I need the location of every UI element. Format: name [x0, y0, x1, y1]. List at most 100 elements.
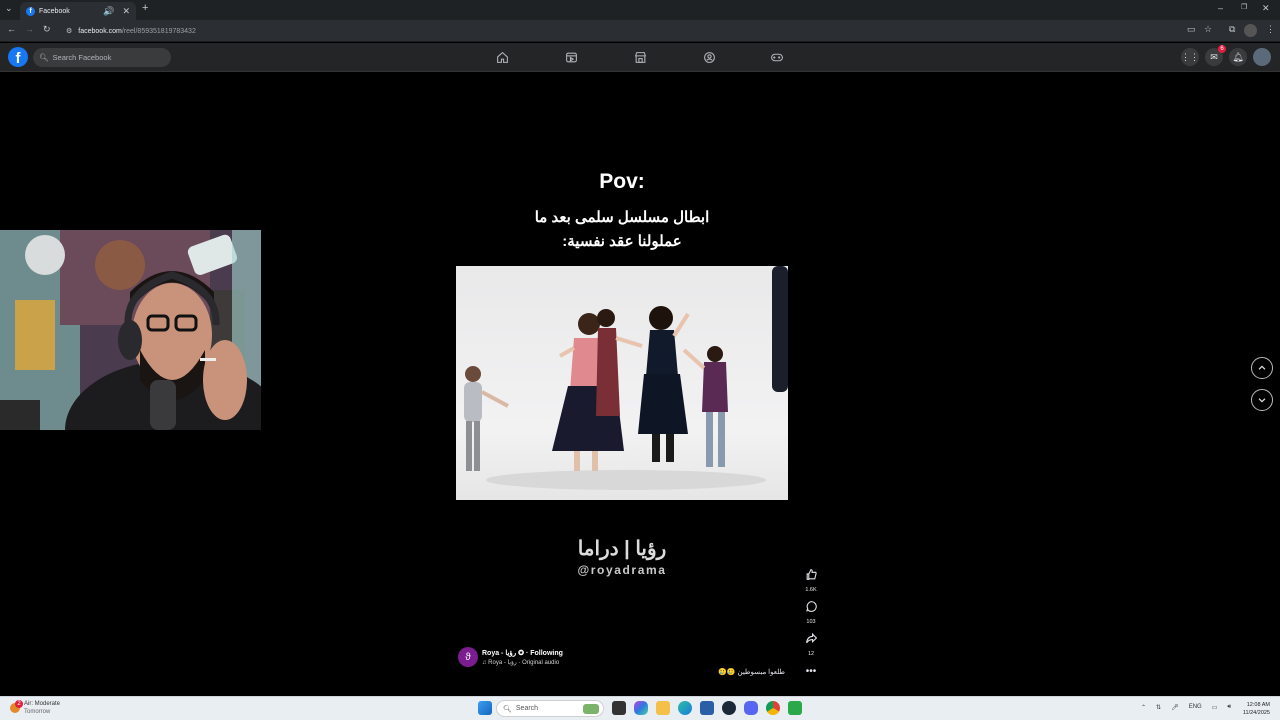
edge-icon[interactable] [678, 701, 692, 715]
reel-author[interactable]: ϑ Roya - رؤيا ✪ · Following ♫ Roya - رؤي… [458, 646, 563, 668]
clock-time: 12:08 AM [1246, 702, 1270, 708]
weather-widget[interactable]: 2 Air: Moderate Tomorrow [10, 700, 60, 716]
comment-count: 103 [806, 619, 816, 625]
comment-icon [805, 601, 817, 612]
gaming-icon[interactable] [769, 50, 785, 64]
reel-video[interactable] [456, 266, 788, 500]
share-count: 12 [807, 651, 815, 657]
chevron-down-icon [1258, 398, 1266, 403]
marketplace-icon[interactable] [632, 50, 648, 64]
like-button[interactable]: 1.6K [801, 568, 821, 593]
discord-icon[interactable] [744, 701, 758, 715]
brand-watermark: رؤيا | دراما @royadrama [560, 536, 684, 577]
comment-button[interactable]: 103 [801, 600, 821, 625]
like-count: 1.6K [805, 587, 817, 593]
language-indicator[interactable]: ENG [1189, 704, 1202, 711]
taskbar-search[interactable]: 🔍︎ Search [496, 700, 604, 717]
groups-icon[interactable] [701, 50, 717, 64]
close-tab-icon[interactable]: ✕ [122, 6, 130, 16]
clock[interactable]: 12:08 AM 11/24/2025 [1243, 701, 1270, 717]
video-icon[interactable] [563, 50, 579, 64]
share-button[interactable]: 12 [801, 632, 821, 657]
speaker-icon[interactable]: 🔊 [103, 6, 114, 16]
menu-icon[interactable]: ⋮ [1266, 25, 1275, 34]
start-menu-icon[interactable] [478, 701, 492, 715]
volume-icon[interactable]: 🔊︎ [1227, 704, 1231, 711]
chevron-up-icon [1258, 365, 1266, 370]
taskbar-search-label: Search [515, 705, 539, 712]
search-input[interactable]: 🔍︎ Search Facebook [33, 48, 171, 67]
share-icon [805, 632, 817, 644]
cast-icon[interactable]: ▭ [1187, 25, 1196, 34]
audio-label[interactable]: Roya - رؤيا · Original audio [488, 660, 559, 666]
facebook-favicon-icon: f [26, 6, 35, 16]
brand-arabic: رؤيا | دراما [577, 538, 667, 560]
display-icon[interactable]: ▭ [1212, 704, 1218, 711]
clock-date: 11/24/2025 [1242, 710, 1270, 716]
site-info-icon[interactable]: ⚙ [66, 28, 72, 35]
profile-icon[interactable] [1244, 24, 1257, 37]
microphone-icon[interactable]: 🎤︎ [1171, 704, 1179, 711]
tab-title: Facebook [39, 7, 70, 15]
reel-subtitle: ابطال مسلسل سلمى بعد ما عملولنا عقد نفسي… [456, 206, 788, 254]
search-icon: 🔍︎ [39, 53, 49, 62]
windows-taskbar: 2 Air: Moderate Tomorrow 🔍︎ Search ⌃ ⇅ 🎤… [0, 696, 1280, 720]
facebook-header: f 🔍︎ Search Facebook ⋮⋮ ✉ 6 🔔︎ [0, 43, 1280, 72]
messenger-icon[interactable]: ✉ 6 [1205, 45, 1226, 66]
chrome-icon[interactable] [766, 701, 780, 715]
facebook-logo-icon[interactable]: f [8, 47, 28, 67]
reel-subtitle-line2: عملولنا عقد نفسية: [562, 233, 682, 250]
home-icon[interactable] [494, 50, 510, 64]
search-placeholder: Search Facebook [52, 53, 112, 62]
minimize-icon[interactable]: – [1218, 4, 1223, 13]
next-reel-button[interactable] [1251, 389, 1273, 411]
copilot-icon[interactable] [634, 701, 648, 715]
store-icon[interactable] [700, 701, 714, 715]
like-icon [806, 569, 817, 580]
task-view-icon[interactable] [612, 701, 626, 715]
account-avatar[interactable] [1253, 48, 1271, 66]
reel-caption: طلعوا مبسوطين 🥲🥲 [718, 669, 785, 676]
back-icon[interactable]: ← [7, 25, 16, 34]
network-icon[interactable]: ⇅ [1156, 704, 1161, 711]
previous-reel-button[interactable] [1251, 357, 1273, 379]
new-tab-icon[interactable]: + [142, 3, 148, 14]
weather-title: Air: Moderate [24, 701, 61, 707]
music-note-icon: ♫ [482, 659, 487, 666]
maximize-icon[interactable]: ❐ [1241, 4, 1247, 11]
search-icon: 🔍︎ [503, 705, 512, 713]
file-explorer-icon[interactable] [656, 701, 670, 715]
url-field[interactable]: ⚙ facebook.com/reel/859351819783432 [60, 23, 1180, 39]
url-domain: facebook.com [78, 27, 122, 35]
notifications-bell-icon[interactable]: 🔔︎ [1229, 48, 1247, 66]
author-avatar[interactable]: ϑ [458, 647, 478, 667]
reel-title: Pov: [599, 170, 645, 193]
apps-menu-icon[interactable]: ⋮⋮ [1181, 48, 1199, 66]
weather-sub: Tomorrow [24, 709, 51, 715]
steam-icon[interactable] [722, 701, 736, 715]
messenger-badge: 6 [1218, 45, 1226, 53]
reload-icon[interactable]: ↻ [43, 25, 51, 34]
browser-tab-bar: ⌄ f Facebook 🔊 ✕ + – ❐ ✕ [0, 0, 1280, 20]
tab-list-icon[interactable]: ⌄ [5, 4, 13, 13]
following-label[interactable]: · Following [526, 650, 563, 657]
address-bar: ← → ↻ ⚙ facebook.com/reel/85935181978343… [0, 20, 1280, 42]
app-green-icon[interactable] [788, 701, 802, 715]
extensions-icon[interactable]: ⧉ [1229, 25, 1235, 34]
url-path: /reel/859351819783432 [121, 27, 196, 35]
reel-subtitle-line1: ابطال مسلسل سلمى بعد ما [534, 209, 710, 226]
weather-badge: 2 [15, 700, 23, 708]
streamer-webcam-image [0, 230, 261, 430]
forward-icon[interactable]: → [25, 25, 34, 34]
verified-icon: ✪ [518, 649, 525, 657]
brand-handle: @royadrama [577, 563, 667, 577]
author-name[interactable]: Roya - رؤيا [482, 650, 516, 657]
search-highlight-icon [583, 703, 599, 714]
system-tray: ⌃ ⇅ 🎤︎ ENG ▭ 🔊︎ [1141, 704, 1231, 711]
star-icon[interactable]: ☆ [1204, 25, 1212, 34]
dancers-illustration [464, 266, 788, 490]
close-window-icon[interactable]: ✕ [1262, 4, 1270, 13]
more-options-icon[interactable]: ••• [801, 666, 821, 677]
tab-facebook[interactable]: f Facebook 🔊 ✕ [20, 2, 136, 20]
tray-chevron-icon[interactable]: ⌃ [1141, 704, 1146, 711]
